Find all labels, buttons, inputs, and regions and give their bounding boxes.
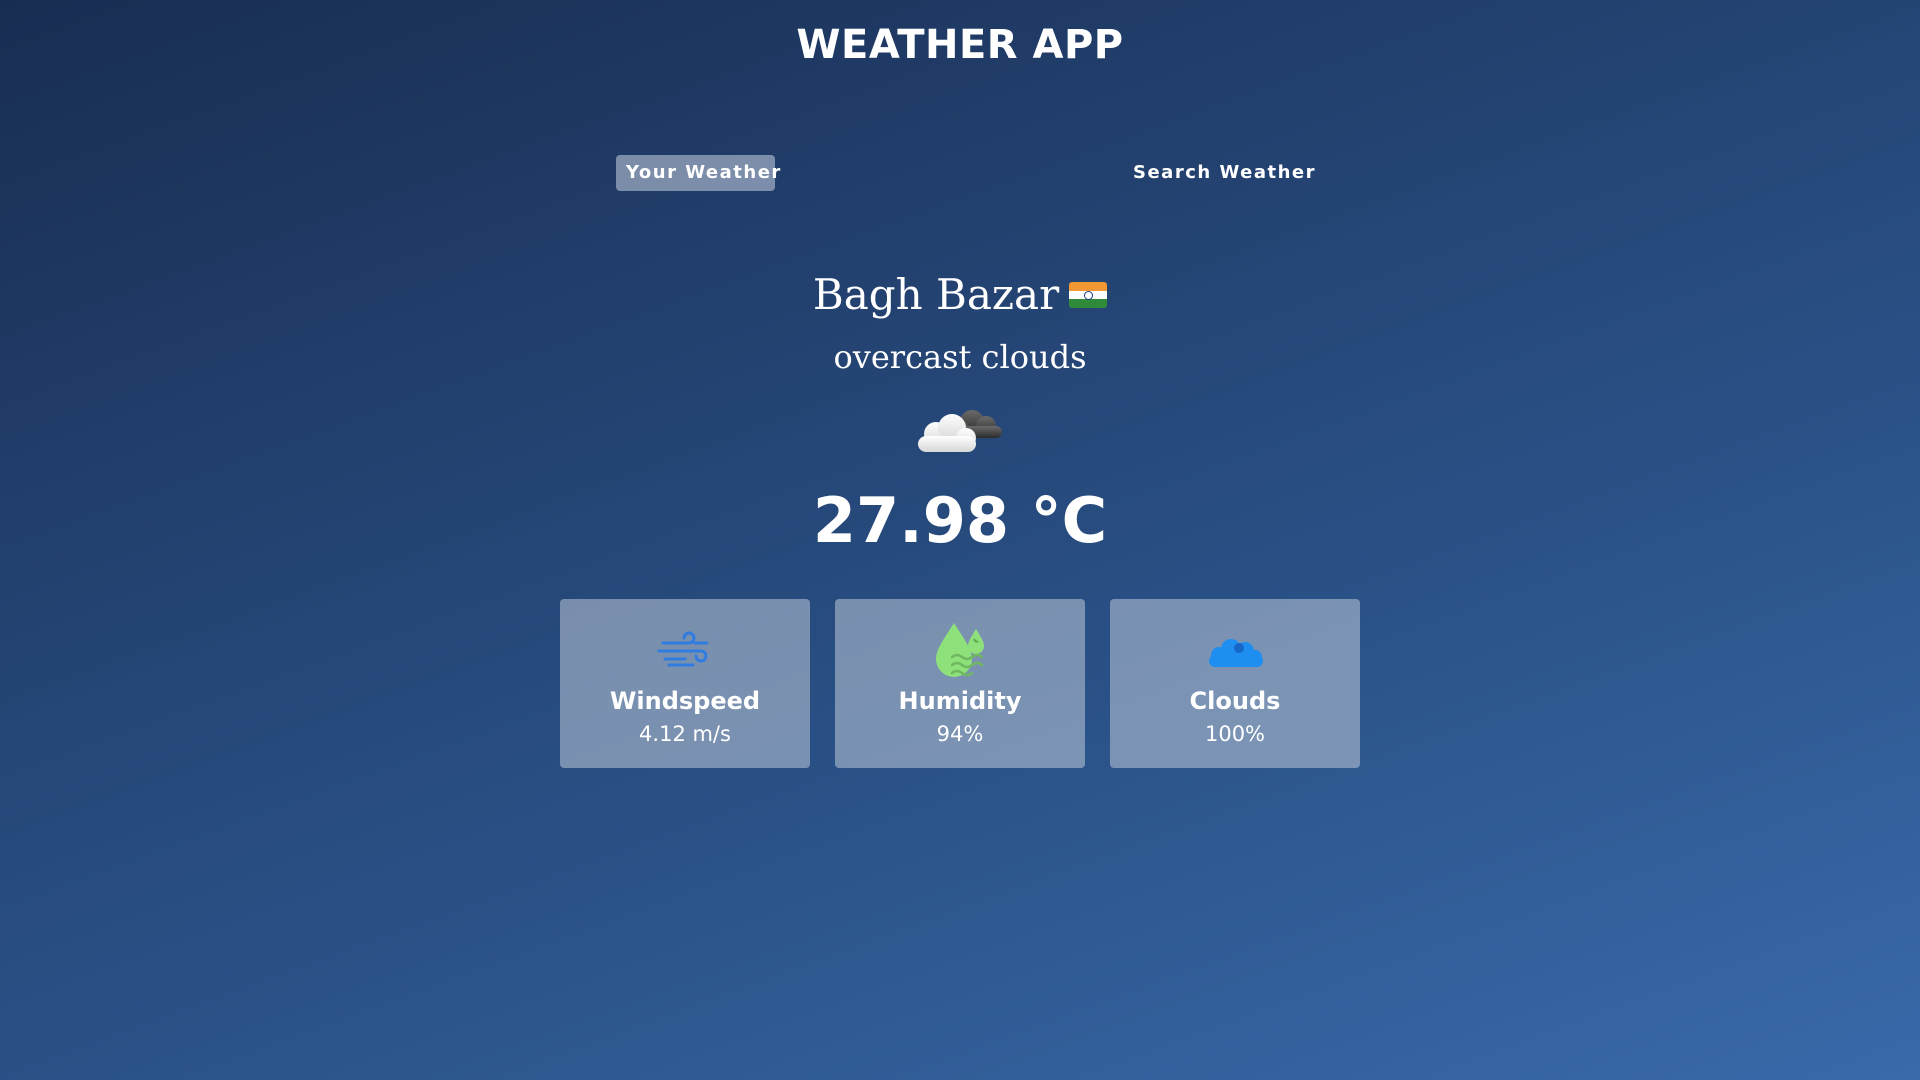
clouds-label: Clouds [1189,687,1281,715]
windspeed-label: Windspeed [609,687,761,715]
wind-icon [657,631,709,667]
tab-bar: Your Weather Search Weather [0,155,1920,191]
tab-search-weather[interactable]: Search Weather [1123,155,1326,191]
clouds-icon [1209,639,1263,667]
weather-stats: Windspeed 4.12 m/s Humidity 94% Clouds 1… [560,599,1360,769]
windspeed-value: 4.12 m/s [639,722,731,746]
clouds-card: Clouds 100% [1110,599,1360,768]
weather-app: WEATHER APP Your Weather Search Weather … [0,0,1920,1080]
city-name: Bagh Bazar [812,270,1060,319]
overcast-clouds-icon [918,410,1002,452]
clouds-value: 100% [1204,722,1266,746]
app-title: WEATHER APP [796,22,1124,68]
windspeed-card: Windspeed 4.12 m/s [560,599,810,768]
location-heading: Bagh Bazar [0,268,1920,322]
tab-your-weather[interactable]: Your Weather [616,155,780,191]
india-flag-icon [1069,282,1108,308]
humidity-value: 94% [936,722,984,746]
temperature: 27.98 °C [812,484,1108,557]
humidity-label: Humidity [898,687,1022,715]
weather-description: overcast clouds [833,338,1087,376]
humidity-card: Humidity 94% [835,599,1085,768]
humidity-icon [936,623,984,677]
